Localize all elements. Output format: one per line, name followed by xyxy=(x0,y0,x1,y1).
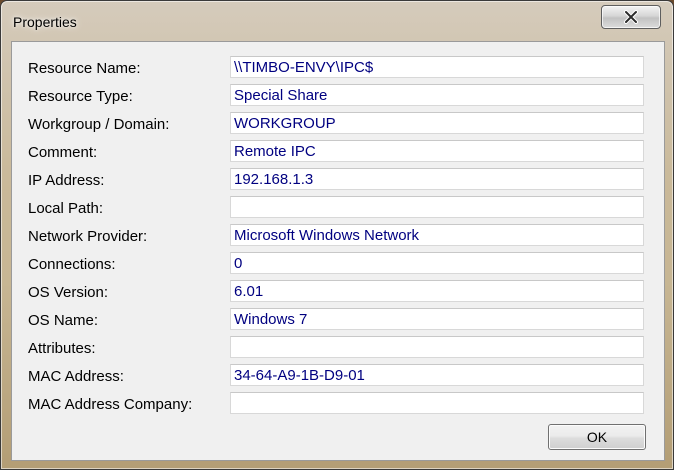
row-attributes: Attributes: xyxy=(12,336,664,360)
row-network-provider: Network Provider: Microsoft Windows Netw… xyxy=(12,224,664,248)
network-provider-field[interactable]: Microsoft Windows Network xyxy=(230,224,644,246)
mac-address-company-field[interactable] xyxy=(230,392,644,414)
os-version-label: OS Version: xyxy=(28,284,109,301)
mac-address-company-label: MAC Address Company: xyxy=(28,396,193,413)
row-resource-name: Resource Name: \\TIMBO-ENVY\IPC$ xyxy=(12,56,664,80)
local-path-label: Local Path: xyxy=(28,200,104,217)
resource-type-field[interactable]: Special Share xyxy=(230,84,644,106)
row-resource-type: Resource Type: Special Share xyxy=(12,84,664,108)
workgroup-field[interactable]: WORKGROUP xyxy=(230,112,644,134)
window-title: Properties xyxy=(13,14,77,30)
row-mac-address: MAC Address: 34-64-A9-1B-D9-01 xyxy=(12,364,664,388)
connections-label: Connections: xyxy=(28,256,116,273)
row-workgroup: Workgroup / Domain: WORKGROUP xyxy=(12,112,664,136)
ip-address-field[interactable]: 192.168.1.3 xyxy=(230,168,644,190)
properties-dialog: Properties Resource Name: \\TIMBO-ENVY\I… xyxy=(0,0,674,470)
resource-type-label: Resource Type: xyxy=(28,88,133,105)
ok-button[interactable]: OK xyxy=(548,424,646,450)
connections-field[interactable]: 0 xyxy=(230,252,644,274)
close-button[interactable] xyxy=(601,5,661,29)
row-os-name: OS Name: Windows 7 xyxy=(12,308,664,332)
local-path-field[interactable] xyxy=(230,196,644,218)
os-name-label: OS Name: xyxy=(28,312,99,329)
resource-name-label: Resource Name: xyxy=(28,60,141,77)
network-provider-label: Network Provider: xyxy=(28,228,148,245)
row-comment: Comment: Remote IPC xyxy=(12,140,664,164)
attributes-label: Attributes: xyxy=(28,340,96,357)
comment-label: Comment: xyxy=(28,144,98,161)
row-local-path: Local Path: xyxy=(12,196,664,220)
row-os-version: OS Version: 6.01 xyxy=(12,280,664,304)
title-bar[interactable]: Properties xyxy=(1,1,673,41)
os-version-field[interactable]: 6.01 xyxy=(230,280,644,302)
row-ip-address: IP Address: 192.168.1.3 xyxy=(12,168,664,192)
properties-panel: Resource Name: \\TIMBO-ENVY\IPC$ Resourc… xyxy=(11,41,665,461)
mac-address-field[interactable]: 34-64-A9-1B-D9-01 xyxy=(230,364,644,386)
workgroup-label: Workgroup / Domain: xyxy=(28,116,170,133)
resource-name-field[interactable]: \\TIMBO-ENVY\IPC$ xyxy=(230,56,644,78)
comment-field[interactable]: Remote IPC xyxy=(230,140,644,162)
attributes-field[interactable] xyxy=(230,336,644,358)
row-connections: Connections: 0 xyxy=(12,252,664,276)
row-mac-address-company: MAC Address Company: xyxy=(12,392,664,416)
os-name-field[interactable]: Windows 7 xyxy=(230,308,644,330)
mac-address-label: MAC Address: xyxy=(28,368,124,385)
ip-address-label: IP Address: xyxy=(28,172,105,189)
close-icon xyxy=(623,10,639,24)
